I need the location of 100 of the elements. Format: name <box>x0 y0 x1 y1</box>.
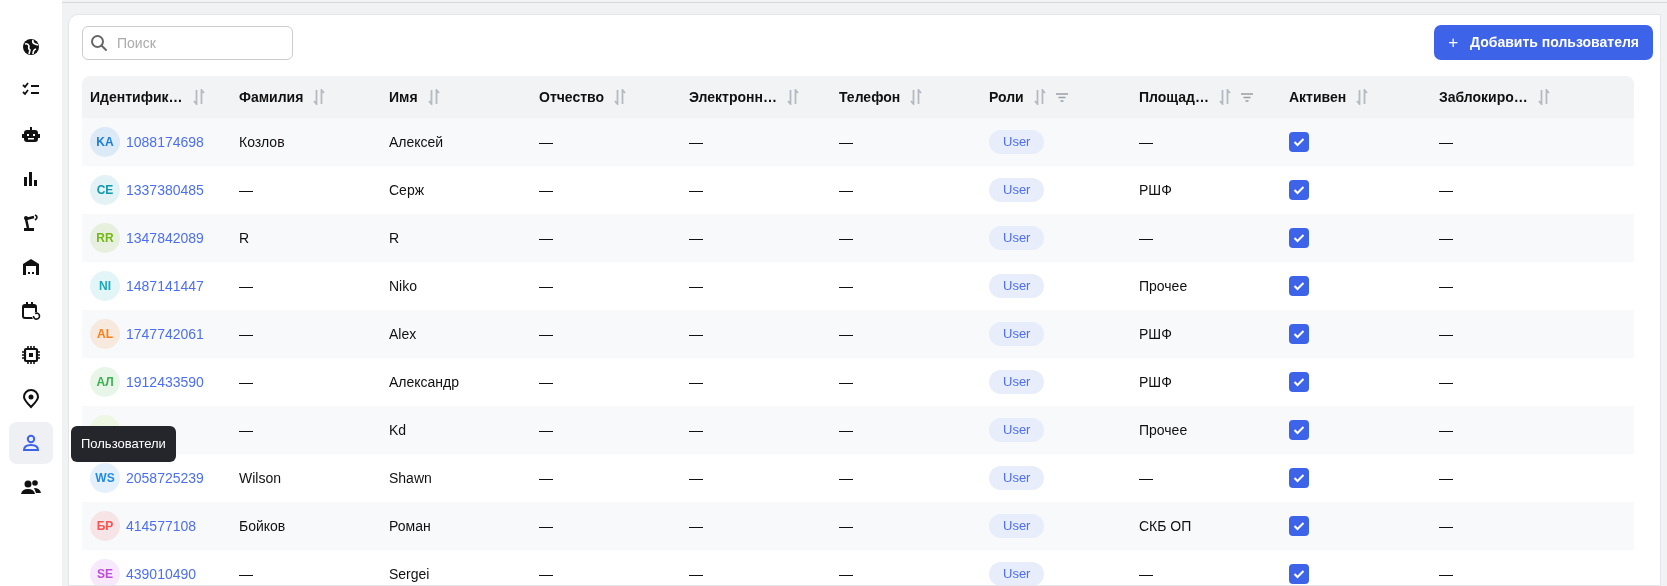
table-cell-text: РШФ <box>1139 324 1172 344</box>
role-badge: User <box>989 562 1045 585</box>
checkbox[interactable] <box>1289 372 1309 392</box>
checkbox[interactable] <box>1289 468 1309 488</box>
user-id-link[interactable]: 1487141447 <box>126 275 204 297</box>
table-cell-text: — <box>1439 324 1453 344</box>
table-cell-text: Серж <box>389 180 425 200</box>
table-cell-text: — <box>1439 564 1453 584</box>
check-icon <box>1293 377 1305 387</box>
table-cell-text: — <box>1439 516 1453 536</box>
user-id-link[interactable]: 1747742061 <box>126 323 204 345</box>
table-cell-text: Прочее <box>1139 276 1188 296</box>
checkbox[interactable] <box>1289 276 1309 296</box>
table-cell-text: — <box>539 228 553 248</box>
table-cell-text: — <box>839 516 853 536</box>
table-cell-text: R <box>389 228 400 248</box>
check-icon <box>1293 425 1305 435</box>
table-cell-text: — <box>689 564 703 584</box>
table-cell-text: — <box>839 420 853 440</box>
table-cell-text: — <box>839 132 853 152</box>
users-icon <box>21 477 41 497</box>
role-badge: User <box>989 466 1045 490</box>
avatar: БР <box>90 511 120 541</box>
avatar: NI <box>90 271 120 301</box>
role-badge: User <box>989 226 1045 250</box>
table-cell-text: Алексей <box>389 132 444 152</box>
checkbox[interactable] <box>1289 324 1309 344</box>
table-cell-text: — <box>239 372 253 392</box>
table-cell-text: — <box>839 564 853 584</box>
user-id-link[interactable]: 1347842089 <box>126 227 204 249</box>
table-cell-text: — <box>1139 132 1153 152</box>
table-cell-text: Shawn <box>389 468 432 488</box>
table-cell-text: — <box>1139 468 1153 488</box>
user-id-link[interactable]: 1337380485 <box>126 179 204 201</box>
check-icon <box>1293 185 1305 195</box>
user-id-link[interactable]: 439010490 <box>126 563 197 585</box>
table-cell-text: — <box>239 420 253 440</box>
column-header: Активен <box>1289 87 1347 107</box>
table-cell-text: — <box>239 276 253 296</box>
user-id-link[interactable]: 2058725239 <box>126 467 204 489</box>
check-icon <box>1293 233 1305 243</box>
table-cell-text: — <box>689 228 703 248</box>
table-cell-text: — <box>689 324 703 344</box>
table-cell-text: — <box>539 516 553 536</box>
table-cell-text: — <box>689 516 703 536</box>
table-cell-text: — <box>539 372 553 392</box>
table-cell-text: — <box>839 468 853 488</box>
avatar: SE <box>90 559 120 585</box>
check-icon <box>1293 281 1305 291</box>
table-cell-text: — <box>1439 276 1453 296</box>
column-header: Отчество <box>539 87 605 107</box>
checkbox[interactable] <box>1289 420 1309 440</box>
column-header: Электронн… <box>689 87 777 107</box>
role-badge: User <box>989 130 1045 154</box>
table-cell-text: — <box>839 324 853 344</box>
user-id-link[interactable]: 414577108 <box>126 515 197 537</box>
table-cell-text: Александр <box>389 372 460 392</box>
table-cell-text: Козлов <box>239 132 285 152</box>
table-cell-text: — <box>539 180 553 200</box>
table-cell-text: РШФ <box>1139 372 1172 392</box>
search-field[interactable]: Поиск <box>82 25 293 60</box>
column-header: Телефон <box>839 87 901 107</box>
role-badge: User <box>989 370 1045 394</box>
table-cell-text: — <box>689 420 703 440</box>
location-pin-icon <box>21 389 41 409</box>
search-icon <box>90 33 108 52</box>
table-cell-text: — <box>239 180 253 200</box>
table-cell-text: Прочее <box>1139 420 1188 440</box>
role-badge: User <box>989 274 1045 298</box>
checkbox[interactable] <box>1289 180 1309 200</box>
table-cell-text: — <box>539 132 553 152</box>
table-cell-text: — <box>239 324 253 344</box>
table-cell-text: Niko <box>389 276 417 296</box>
table-cell-text: — <box>1139 228 1153 248</box>
checkbox[interactable] <box>1289 564 1309 584</box>
table-cell-text: — <box>689 468 703 488</box>
column-header: Роли <box>989 87 1024 107</box>
user-id-link[interactable]: 1912433590 <box>126 371 204 393</box>
checkbox[interactable] <box>1289 516 1309 536</box>
robot-icon <box>21 125 41 145</box>
check-icon <box>1293 521 1305 531</box>
table-cell-text: — <box>1439 132 1453 152</box>
checkbox[interactable] <box>1289 228 1309 248</box>
role-badge: User <box>989 322 1045 346</box>
table-cell-text: Wilson <box>239 468 281 488</box>
check-icon <box>1293 329 1305 339</box>
column-header: Имя <box>389 87 418 107</box>
user-icon <box>21 433 41 453</box>
table-cell-text: — <box>689 276 703 296</box>
table-cell-text: — <box>1439 180 1453 200</box>
user-id-link[interactable]: 1088174698 <box>126 131 204 153</box>
table-cell-text: — <box>1439 468 1453 488</box>
add-user-button[interactable]: + Добавить пользователя <box>1434 25 1653 60</box>
role-badge: User <box>989 178 1045 202</box>
role-badge: User <box>989 418 1045 442</box>
globe-icon <box>21 37 41 57</box>
avatar: WS <box>90 463 120 493</box>
table-cell-text: Alex <box>389 324 417 344</box>
checkbox[interactable] <box>1289 132 1309 152</box>
avatar: АЛ <box>90 367 120 397</box>
